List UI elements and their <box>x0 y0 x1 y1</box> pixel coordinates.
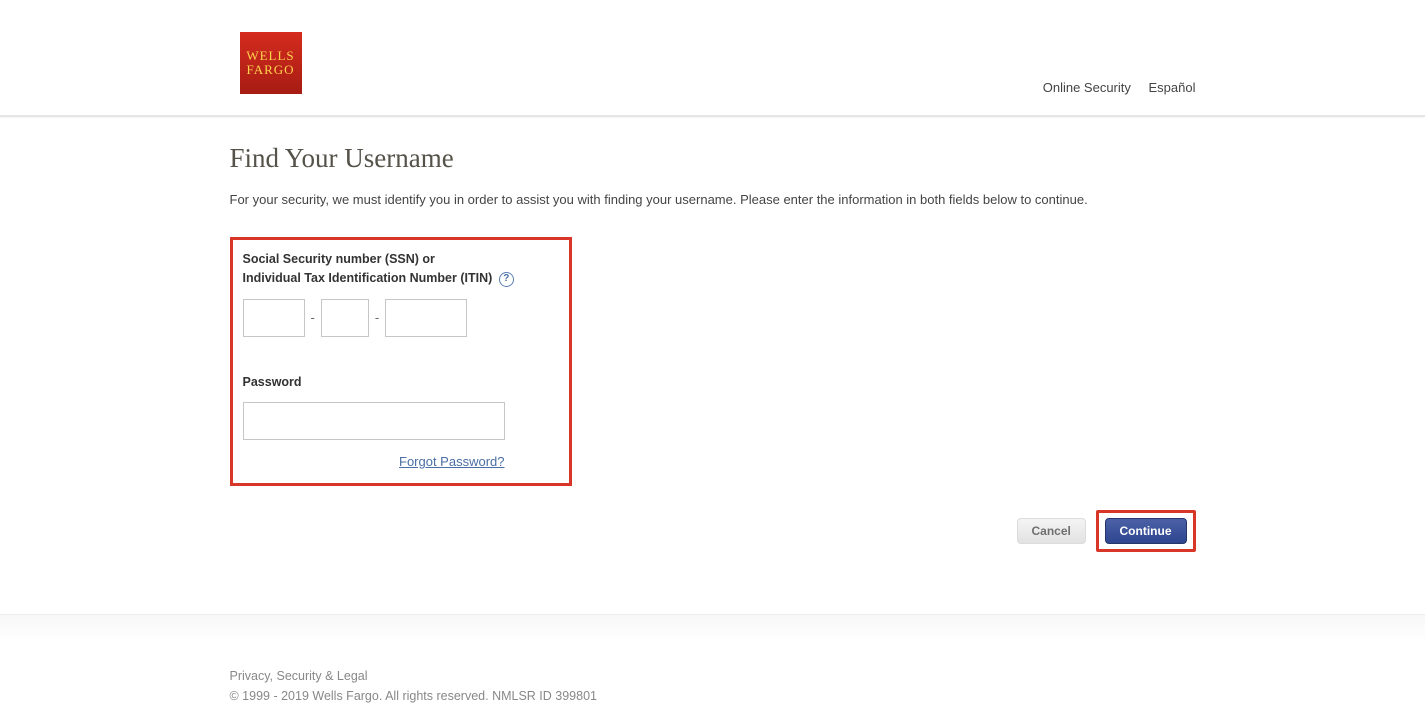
continue-button[interactable]: Continue <box>1105 518 1187 544</box>
ssn-label-line-1: Social Security number (SSN) or <box>243 252 435 266</box>
forgot-password-link[interactable]: Forgot Password? <box>399 454 505 469</box>
espanol-link[interactable]: Español <box>1149 80 1196 95</box>
ssn-part-3-input[interactable] <box>385 299 467 337</box>
privacy-security-legal-link[interactable]: Privacy, Security & Legal <box>230 669 368 683</box>
intro-text: For your security, we must identify you … <box>230 192 1196 207</box>
ssn-part-1-input[interactable] <box>243 299 305 337</box>
header: WELLS FARGO Online Security Español <box>0 0 1425 117</box>
wells-fargo-logo[interactable]: WELLS FARGO <box>240 32 302 94</box>
logo-line-2: FARGO <box>246 63 294 77</box>
ssn-label-line-2: Individual Tax Identification Number (IT… <box>243 271 493 285</box>
password-input[interactable] <box>243 402 505 440</box>
top-links: Online Security Español <box>1029 80 1196 95</box>
page-title: Find Your Username <box>230 143 1196 174</box>
ssn-part-2-input[interactable] <box>321 299 369 337</box>
ssn-input-row: - - <box>243 299 559 337</box>
ssn-separator-2: - <box>375 310 379 325</box>
help-icon[interactable]: ? <box>499 272 514 287</box>
page: WELLS FARGO Online Security Español Find… <box>0 0 1425 706</box>
password-label: Password <box>243 373 559 392</box>
identity-form: Social Security number (SSN) or Individu… <box>230 237 572 486</box>
continue-highlight: Continue <box>1096 510 1196 552</box>
footer-separator <box>0 614 1425 642</box>
password-group: Password Forgot Password? <box>243 373 559 469</box>
footer: Privacy, Security & Legal © 1999 - 2019 … <box>230 666 1196 706</box>
ssn-label: Social Security number (SSN) or Individu… <box>243 250 559 289</box>
header-inner: WELLS FARGO Online Security Español <box>230 0 1196 115</box>
logo-line-1: WELLS <box>246 49 294 63</box>
forgot-password-wrap: Forgot Password? <box>243 454 505 469</box>
main-content: Find Your Username For your security, we… <box>230 143 1196 592</box>
copyright-text: © 1999 - 2019 Wells Fargo. All rights re… <box>230 689 598 703</box>
ssn-separator-1: - <box>311 310 315 325</box>
cancel-button[interactable]: Cancel <box>1017 518 1086 544</box>
button-row: Cancel Continue <box>230 510 1196 552</box>
online-security-link[interactable]: Online Security <box>1043 80 1131 95</box>
